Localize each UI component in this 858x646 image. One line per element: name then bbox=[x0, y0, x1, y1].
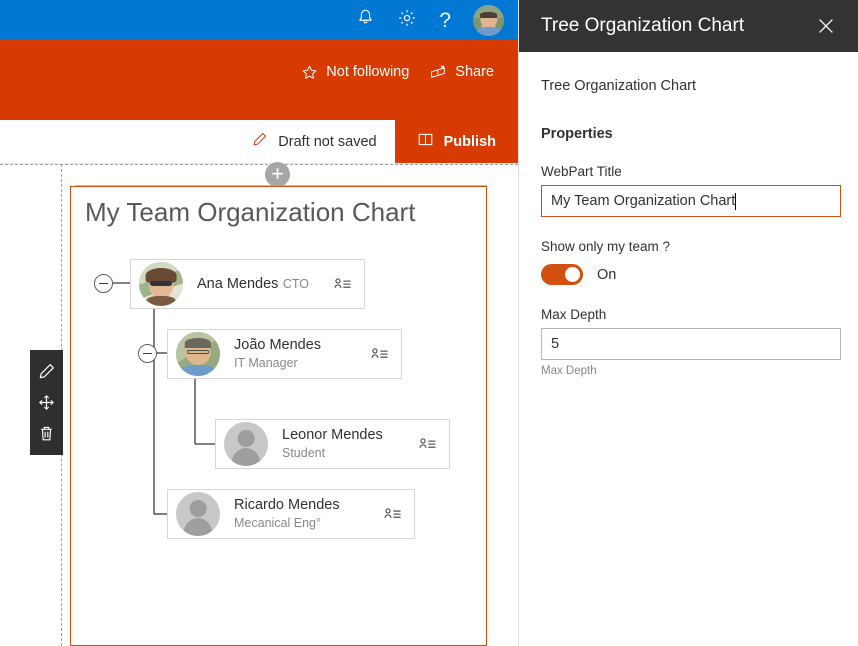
node-name-leonor: Leonor Mendes bbox=[282, 426, 383, 443]
publish-button[interactable]: Publish bbox=[394, 120, 518, 163]
tree-org-chart-webpart[interactable]: My Team Organization Chart Ana Mendes CT… bbox=[70, 186, 487, 646]
site-header-actions: Not following Share bbox=[301, 64, 494, 81]
help-question-icon[interactable]: ? bbox=[439, 10, 451, 31]
max-depth-label: Max Depth bbox=[541, 307, 607, 322]
avatar-leonor bbox=[224, 422, 268, 466]
share-arrow-icon bbox=[429, 64, 447, 81]
share-label: Share bbox=[455, 64, 494, 81]
node-name-joao: João Mendes bbox=[234, 336, 322, 353]
org-node-leonor[interactable]: Leonor Mendes Student bbox=[215, 419, 450, 469]
property-pane-title: Tree Organization Chart bbox=[541, 15, 745, 36]
node-text-ricardo: Ricardo Mendes Mecanical Eng° bbox=[234, 496, 384, 532]
node-text-joao: João Mendes IT Manager bbox=[234, 336, 371, 372]
person-list-icon[interactable] bbox=[384, 507, 402, 522]
book-publish-icon bbox=[417, 131, 434, 152]
org-node-ana[interactable]: Ana Mendes CTO bbox=[130, 259, 365, 309]
draft-status-button[interactable]: Draft not saved bbox=[233, 120, 394, 163]
avatar-ricardo bbox=[176, 492, 220, 536]
site-header: Not following Share bbox=[0, 40, 518, 120]
move-webpart-icon[interactable] bbox=[35, 391, 59, 415]
max-depth-input[interactable]: 5 bbox=[541, 328, 841, 360]
suite-bar: ? bbox=[0, 0, 518, 40]
sharepoint-page-region: ? Not following Share Draft not saved Pu… bbox=[0, 0, 518, 646]
node-title-ana: CTO bbox=[282, 276, 310, 291]
property-pane-body: Tree Organization Chart Properties WebPa… bbox=[519, 52, 858, 646]
share-button[interactable]: Share bbox=[429, 64, 494, 81]
max-depth-value: 5 bbox=[551, 336, 560, 352]
person-list-icon[interactable] bbox=[419, 437, 437, 452]
settings-gear-icon[interactable] bbox=[397, 8, 417, 33]
property-pane-header: Tree Organization Chart bbox=[519, 0, 858, 52]
webpart-title-value: My Team Organization Chart bbox=[551, 193, 736, 209]
max-depth-description: Max Depth bbox=[541, 365, 597, 377]
show-only-my-team-state: On bbox=[597, 266, 617, 283]
publish-label: Publish bbox=[443, 133, 496, 150]
toggle-knob bbox=[565, 267, 580, 282]
org-chart-tree: Ana Mendes CTO João Mendes IT Manager Le… bbox=[71, 187, 486, 645]
notifications-bell-icon[interactable] bbox=[356, 8, 375, 32]
page-canvas: + My Team Organization Chart Ana Mendes … bbox=[0, 162, 518, 646]
draft-status-label: Draft not saved bbox=[278, 133, 377, 150]
show-only-my-team-label: Show only my team ? bbox=[541, 239, 671, 254]
collapse-toggle-joao[interactable] bbox=[138, 344, 157, 363]
add-webpart-button[interactable]: + bbox=[265, 162, 290, 187]
person-list-icon[interactable] bbox=[334, 277, 352, 292]
node-title-ricardo: Mecanical Eng° bbox=[234, 516, 321, 531]
show-only-my-team-row: On bbox=[541, 264, 837, 285]
avatar-ana bbox=[139, 262, 183, 306]
close-x-icon[interactable] bbox=[813, 13, 839, 39]
canvas-top-divider bbox=[0, 164, 518, 165]
star-outline-icon bbox=[301, 64, 318, 81]
webpart-name-label: Tree Organization Chart bbox=[541, 78, 697, 94]
node-text-leonor: Leonor Mendes Student bbox=[282, 426, 419, 462]
webpart-toolbar bbox=[30, 350, 63, 455]
properties-heading: Properties bbox=[541, 126, 613, 142]
command-bar: Draft not saved Publish bbox=[0, 120, 518, 164]
edit-webpart-icon[interactable] bbox=[35, 360, 59, 384]
webpart-title-label: WebPart Title bbox=[541, 164, 622, 179]
person-list-icon[interactable] bbox=[371, 347, 389, 362]
org-node-joao[interactable]: João Mendes IT Manager bbox=[167, 329, 402, 379]
user-avatar[interactable] bbox=[473, 4, 504, 36]
node-title-leonor: Student bbox=[282, 446, 326, 461]
node-text-ana: Ana Mendes CTO bbox=[197, 275, 334, 293]
collapse-toggle-ana[interactable] bbox=[94, 274, 113, 293]
not-following-button[interactable]: Not following bbox=[301, 64, 409, 81]
text-cursor bbox=[735, 192, 737, 210]
not-following-label: Not following bbox=[326, 64, 410, 81]
node-title-joao: IT Manager bbox=[234, 356, 298, 371]
delete-webpart-icon[interactable] bbox=[35, 422, 59, 446]
avatar-joao bbox=[176, 332, 220, 376]
pencil-edit-icon bbox=[251, 131, 268, 152]
property-pane: Tree Organization Chart Tree Organizatio… bbox=[518, 0, 858, 646]
tree-connector-lines bbox=[110, 282, 215, 515]
show-only-my-team-toggle[interactable] bbox=[541, 264, 583, 285]
node-name-ricardo: Ricardo Mendes bbox=[234, 496, 340, 513]
node-name-ana: Ana Mendes bbox=[197, 275, 279, 292]
webpart-title-input[interactable]: My Team Organization Chart bbox=[541, 185, 841, 217]
org-node-ricardo[interactable]: Ricardo Mendes Mecanical Eng° bbox=[167, 489, 415, 539]
